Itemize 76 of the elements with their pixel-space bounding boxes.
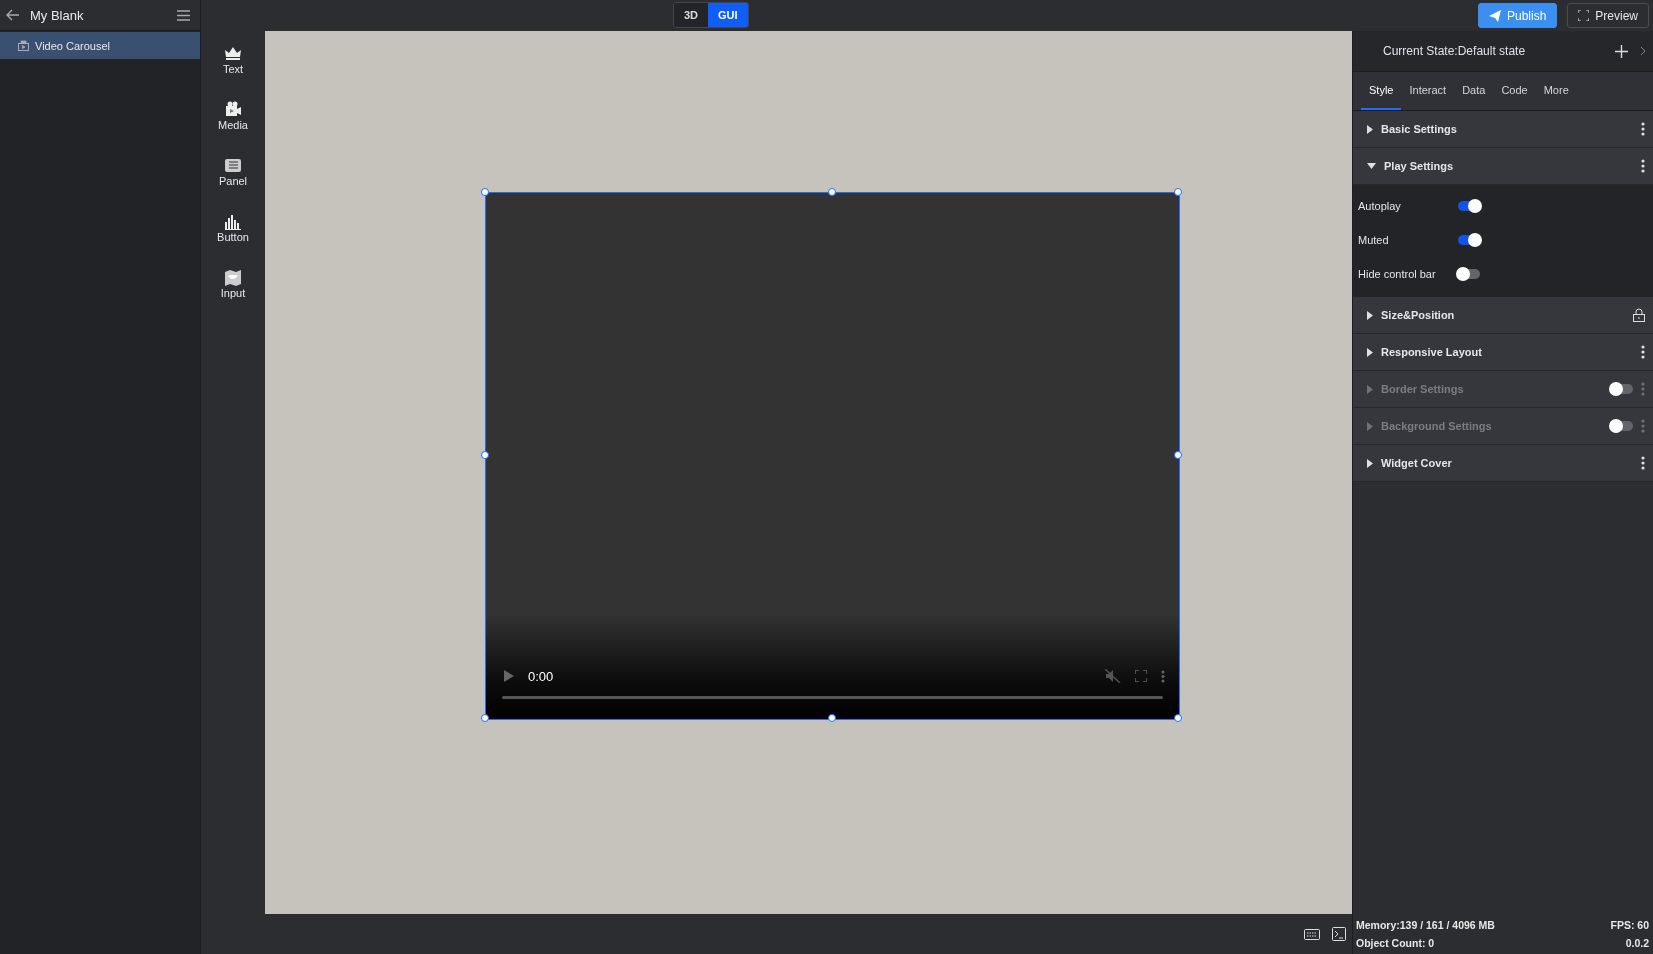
- section-title: Play Settings: [1384, 160, 1455, 172]
- resize-handle[interactable]: [827, 188, 836, 196]
- video-time: 0:00: [528, 668, 555, 684]
- memory-readout: Memory:139 / 161 / 4096 MB: [1356, 919, 1496, 931]
- caret-right-icon: [1367, 458, 1373, 468]
- keyboard-icon[interactable]: [1304, 928, 1320, 940]
- section-header[interactable]: Responsive Layout: [1353, 334, 1653, 371]
- section-header[interactable]: Basic Settings: [1353, 111, 1653, 148]
- project-title: My Blank: [30, 7, 85, 23]
- section-title: Widget Cover: [1381, 457, 1453, 469]
- setting-label: Hide control bar: [1358, 268, 1437, 280]
- more-vertical-icon[interactable]: [1641, 159, 1645, 173]
- mode-tab[interactable]: 3D: [674, 3, 709, 27]
- section-title: Size&Position: [1381, 309, 1456, 321]
- fullscreen-icon: [1578, 10, 1590, 21]
- resize-handle[interactable]: [481, 451, 489, 459]
- caret-right-icon: [1367, 347, 1373, 357]
- inspector-tab[interactable]: Data: [1454, 72, 1494, 110]
- caret-right-icon: [1367, 421, 1373, 431]
- menu-icon[interactable]: [177, 9, 190, 21]
- object-count: Object Count: 0: [1356, 937, 1436, 949]
- inspector-tab[interactable]: Interact: [1401, 72, 1455, 110]
- fps-readout: FPS: 60: [1610, 919, 1649, 931]
- resize-handle[interactable]: [1174, 188, 1182, 196]
- paper-plane-icon: [1488, 9, 1501, 22]
- setting-label: Autoplay: [1358, 200, 1402, 212]
- section-header[interactable]: Size&Position: [1353, 297, 1653, 334]
- crown-icon: [224, 45, 242, 62]
- section-title: Background Settings: [1381, 420, 1493, 432]
- map-icon: [224, 269, 242, 286]
- more-vertical-icon[interactable]: [1641, 345, 1645, 359]
- toggle-switch[interactable]: [1458, 235, 1480, 245]
- bar-chart-icon: [224, 213, 242, 230]
- fullscreen-icon[interactable]: [1135, 670, 1147, 682]
- caret-right-icon: [1367, 310, 1373, 320]
- chevron-right-icon[interactable]: [1640, 47, 1645, 55]
- terminal-icon[interactable]: [1332, 927, 1346, 941]
- plus-icon[interactable]: [1615, 44, 1628, 58]
- video-widget-icon: [18, 40, 29, 51]
- toggle-switch[interactable]: [1458, 269, 1480, 279]
- resize-handle[interactable]: [827, 714, 836, 722]
- caret-down-icon: [1367, 163, 1376, 169]
- inspector-tab[interactable]: Code: [1493, 72, 1536, 110]
- section-title: Basic Settings: [1381, 123, 1458, 135]
- widget-tool[interactable]: Panel: [218, 157, 248, 187]
- current-state-label: Current State:Default state: [1383, 44, 1527, 58]
- widget-tool[interactable]: Input: [220, 269, 246, 299]
- widget-tool[interactable]: Text: [222, 45, 244, 75]
- more-vertical-icon[interactable]: [1641, 122, 1645, 136]
- list-panel-icon: [224, 157, 242, 174]
- mode-tab[interactable]: GUI: [708, 3, 748, 27]
- play-icon[interactable]: [504, 670, 514, 682]
- caret-right-icon: [1367, 384, 1373, 394]
- lock-icon[interactable]: [1633, 308, 1645, 322]
- resize-handle[interactable]: [481, 188, 489, 196]
- toggle-switch[interactable]: [1458, 201, 1480, 211]
- section-title: Responsive Layout: [1381, 346, 1483, 358]
- layer-item[interactable]: Video Carousel: [0, 32, 200, 59]
- resize-handle[interactable]: [1174, 451, 1182, 459]
- section-header[interactable]: Widget Cover: [1353, 445, 1653, 482]
- resize-handle[interactable]: [481, 714, 489, 722]
- muted-speaker-icon[interactable]: [1105, 669, 1121, 683]
- resize-handle[interactable]: [1174, 714, 1182, 722]
- caret-right-icon: [1367, 124, 1373, 134]
- inspector-tab[interactable]: More: [1535, 72, 1577, 110]
- widget-tool[interactable]: Button: [217, 213, 249, 243]
- more-vertical-icon[interactable]: [1641, 456, 1645, 470]
- section-title: Border Settings: [1381, 383, 1465, 395]
- section-header[interactable]: Play Settings: [1353, 148, 1653, 185]
- version-number: 0.0.2: [1624, 937, 1649, 949]
- setting-label: Muted: [1358, 234, 1390, 246]
- preview-button[interactable]: Preview: [1567, 3, 1649, 28]
- back-arrow-icon[interactable]: [6, 9, 20, 21]
- progress-track[interactable]: [502, 696, 1163, 699]
- video-camera-icon: [224, 101, 242, 118]
- widget-tool[interactable]: Media: [218, 101, 248, 131]
